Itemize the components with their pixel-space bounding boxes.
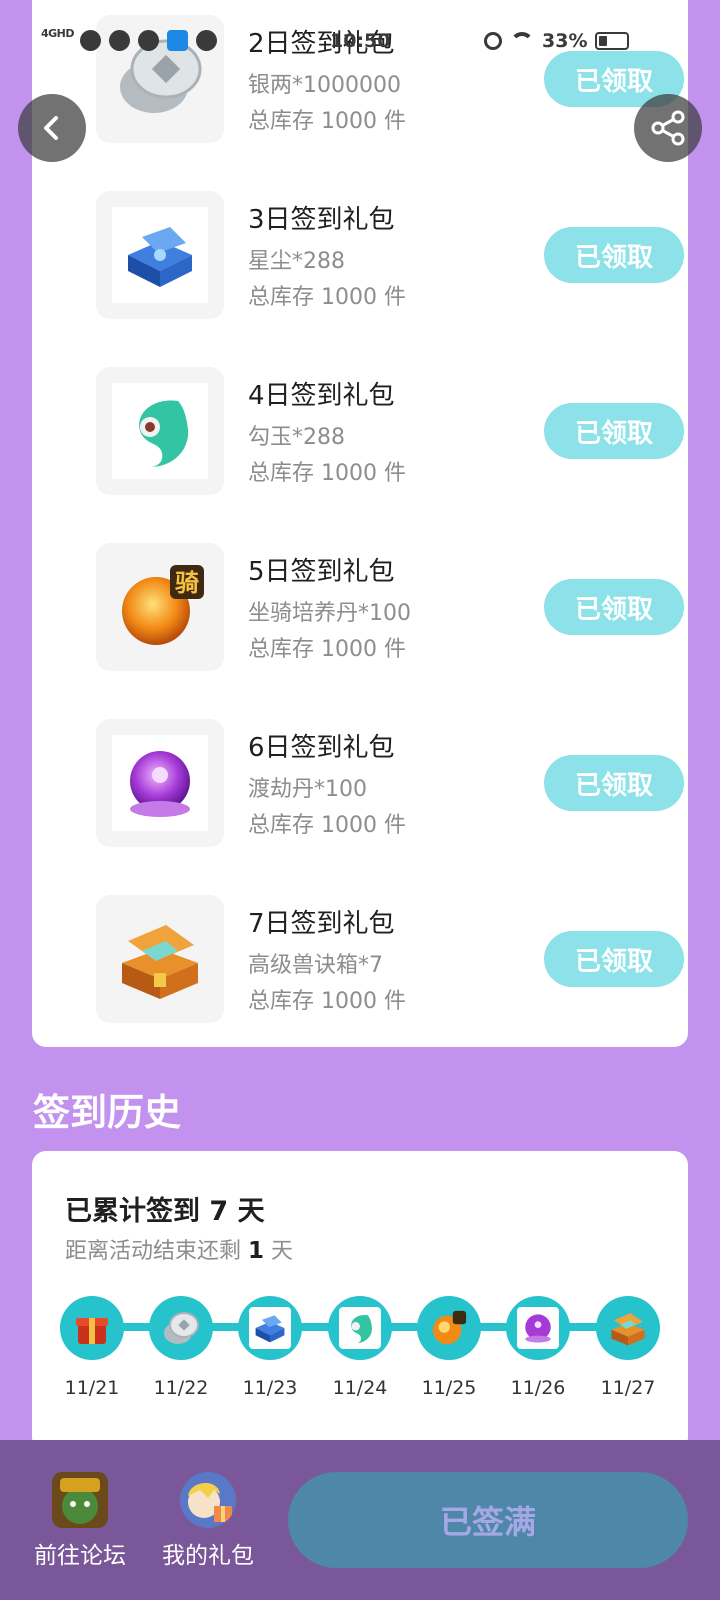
gift-desc: 星尘*288: [248, 249, 345, 274]
checkin-full-button[interactable]: 已签满: [288, 1472, 688, 1568]
remain-suffix: 天: [271, 1239, 294, 1264]
network-indicator: 4GHD: [41, 27, 75, 40]
my-gifts-icon: [180, 1472, 236, 1528]
gift-row-day4: 4日签到礼包 勾玉*288 总库存 1000 件 已领取: [64, 367, 688, 495]
timeline-node-3: [238, 1296, 302, 1360]
timeline-node-4: [328, 1296, 392, 1360]
timeline-node-1: [60, 1296, 124, 1360]
total-checkin-text: 已累计签到 7 天: [65, 1196, 265, 1227]
wifi-icon: [510, 32, 534, 50]
timeline-date: 11/26: [510, 1377, 566, 1399]
remain-prefix: 距离活动结束还剩: [65, 1239, 242, 1264]
timeline-date: 11/23: [242, 1377, 298, 1399]
timeline-node-5: [417, 1296, 481, 1360]
qq-icon: [80, 30, 101, 51]
gift-row-day7: 7日签到礼包 高级兽诀箱*7 总库存 1000 件 已领取: [64, 895, 688, 1023]
claimed-button[interactable]: 已领取: [544, 227, 684, 283]
red-gift-icon: [76, 1318, 108, 1344]
claimed-button[interactable]: 已领取: [544, 403, 684, 459]
remaining-days-text: 距离活动结束还剩 1 天: [65, 1233, 293, 1265]
gift-desc: 勾玉*288: [248, 425, 345, 450]
gift-stock: 总库存 1000 件: [248, 461, 406, 486]
timeline-node-2: [149, 1296, 213, 1360]
purple-pill-icon: [525, 1314, 551, 1343]
history-card: 已累计签到 7 天 距离活动结束还剩 1 天 11/21 11/22 11/23…: [32, 1151, 688, 1451]
battery-icon: [595, 32, 630, 50]
claimed-button[interactable]: 已领取: [544, 579, 684, 635]
chat-icon: [138, 30, 159, 51]
gift-title: 7日签到礼包: [248, 909, 395, 939]
gift-thumb: [96, 367, 224, 495]
history-section-title: 签到历史: [33, 1091, 181, 1134]
blue-chest-icon: [128, 227, 192, 287]
forum-button[interactable]: 前往论坛: [30, 1472, 130, 1570]
my-gifts-label: 我的礼包: [162, 1543, 254, 1569]
forum-label: 前往论坛: [34, 1543, 126, 1569]
gift-title: 4日签到礼包: [248, 381, 395, 411]
blue-chest-icon: [255, 1315, 285, 1343]
gift-stock: 总库存 1000 件: [248, 989, 406, 1014]
gift-title: 3日签到礼包: [248, 205, 395, 235]
gift-desc: 高级兽诀箱*7: [248, 953, 383, 978]
silver-coin-icon: [164, 1312, 199, 1344]
gift-stock: 总库存 1000 件: [248, 813, 406, 838]
browser-icon: [109, 30, 130, 51]
claimed-button[interactable]: 已领取: [544, 931, 684, 987]
jade-magatama-icon: [139, 400, 189, 467]
purple-pill-icon: [130, 751, 190, 817]
forum-game-icon: [52, 1472, 108, 1528]
back-button[interactable]: [18, 94, 86, 162]
gift-stock: 总库存 1000 件: [248, 637, 406, 662]
timeline-node-7: [596, 1296, 660, 1360]
mount-pill-icon: 骑: [122, 565, 204, 645]
timeline-node-6: [506, 1296, 570, 1360]
share-button[interactable]: [634, 94, 702, 162]
timeline-date: 11/24: [332, 1377, 388, 1399]
jade-magatama-icon: [351, 1315, 372, 1344]
gift-thumb: [96, 191, 224, 319]
gift-desc: 渡劫丹*100: [248, 777, 367, 802]
gift-title: 6日签到礼包: [248, 733, 395, 763]
gift-thumb: 骑: [96, 543, 224, 671]
timeline-date: 11/25: [421, 1377, 477, 1399]
gift-desc: 坐骑培养丹*100: [248, 601, 411, 626]
gift-row-day5: 骑 5日签到礼包 坐骑培养丹*100 总库存 1000 件 已领取: [64, 543, 688, 671]
my-gifts-button[interactable]: 我的礼包: [158, 1472, 258, 1570]
notification-icons: [80, 30, 217, 51]
gift-thumb: [96, 719, 224, 847]
remain-days: 1: [248, 1238, 265, 1264]
gift-row-day3: 3日签到礼包 星尘*288 总库存 1000 件 已领取: [64, 191, 688, 319]
mount-pill-icon: [432, 1310, 467, 1345]
alarm-icon: [484, 32, 502, 50]
clock: 10:50: [330, 30, 391, 52]
mount-badge-text: 骑: [175, 569, 199, 597]
gift-title: 5日签到礼包: [248, 557, 395, 587]
camera-icon: [196, 30, 217, 51]
gift-stock: 总库存 1000 件: [248, 285, 406, 310]
gift-thumb: [96, 895, 224, 1023]
orange-chest-icon: [122, 925, 198, 999]
app-icon: [167, 30, 188, 51]
gift-stock: 总库存 1000 件: [248, 109, 406, 134]
claimed-button[interactable]: 已领取: [544, 755, 684, 811]
gift-list-card: 2日签到礼包 银两*1000000 总库存 1000 件 已领取 3日签到礼包 …: [32, 0, 688, 1047]
orange-chest-icon: [611, 1313, 645, 1346]
timeline-date: 11/21: [64, 1377, 120, 1399]
gift-row-day6: 6日签到礼包 渡劫丹*100 总库存 1000 件 已领取: [64, 719, 688, 847]
battery-percent: 33%: [542, 30, 588, 52]
bottom-bar: 前往论坛 我的礼包 已签满: [0, 1440, 720, 1600]
timeline-date: 11/27: [600, 1377, 656, 1399]
share-icon: [651, 110, 685, 146]
chevron-left-icon: [44, 116, 58, 140]
status-bar: 4GHD 10:50 33%: [0, 0, 720, 80]
timeline-date: 11/22: [153, 1377, 209, 1399]
